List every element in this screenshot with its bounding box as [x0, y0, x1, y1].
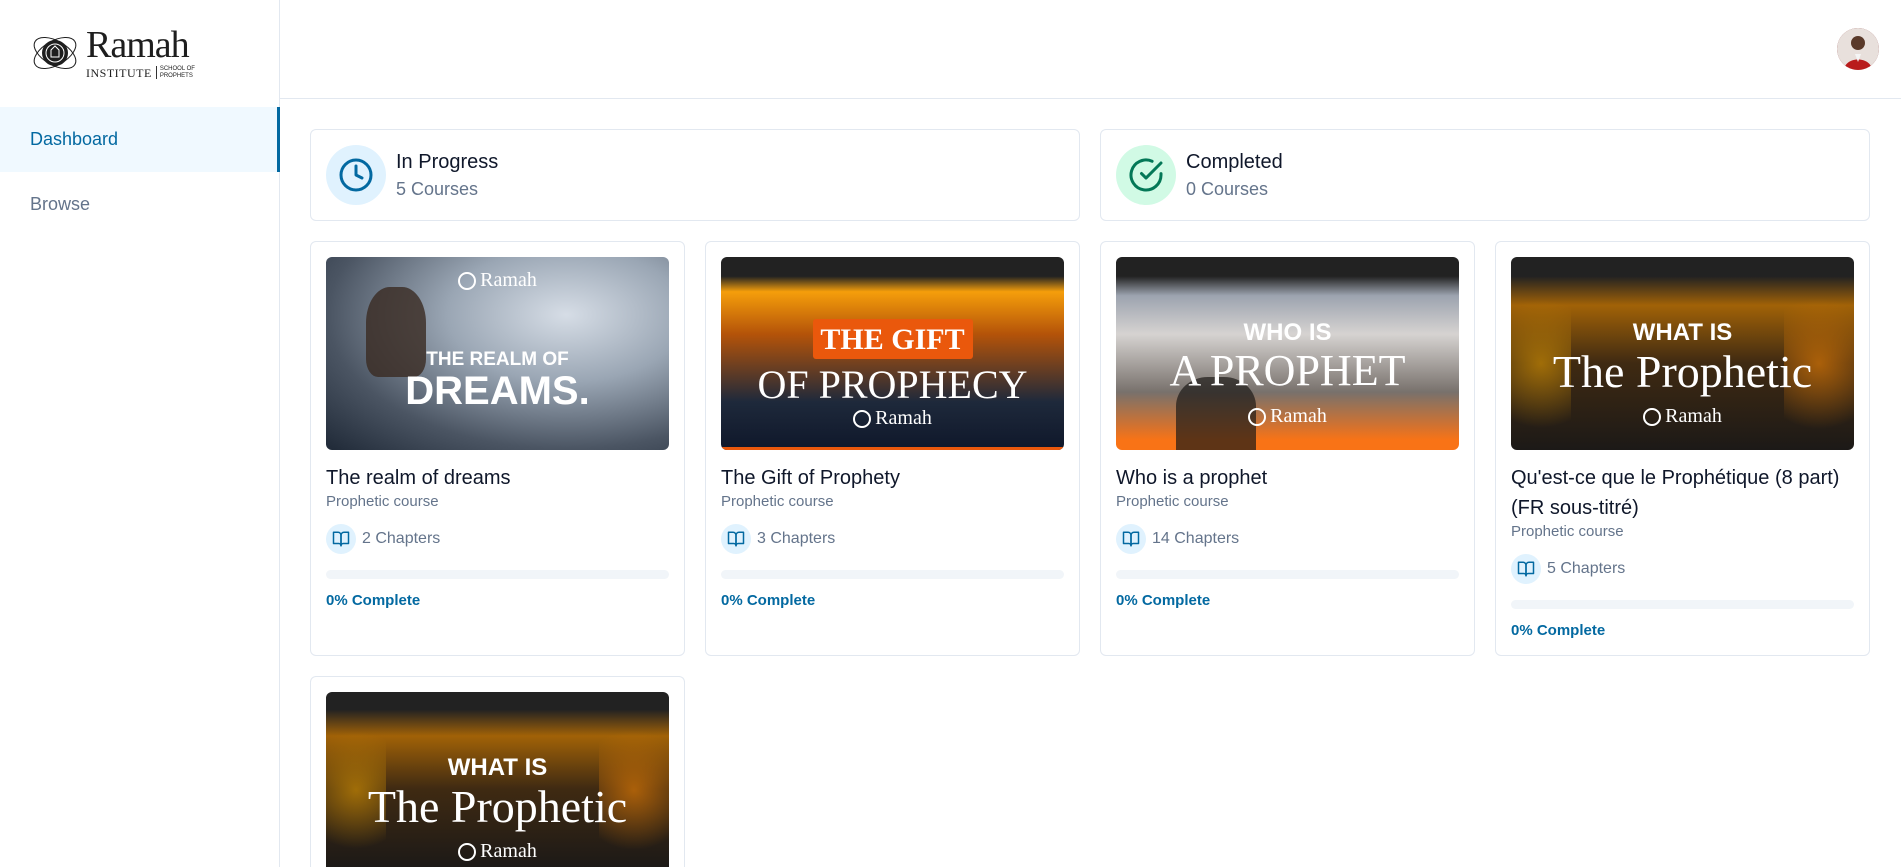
logo-institute: INSTITUTE: [86, 65, 152, 80]
book-open-icon: [721, 524, 751, 554]
course-title[interactable]: Who is a prophet: [1116, 463, 1459, 493]
progress-label: 0% Complete: [721, 592, 816, 609]
course-category: Prophetic course: [1511, 523, 1624, 540]
stat-card-in-progress: In Progress 5 Courses: [310, 129, 1080, 221]
stat-card-completed: Completed 0 Courses: [1100, 129, 1870, 221]
progress-label: 0% Complete: [326, 592, 421, 609]
thumb-brand: Ramah: [480, 840, 537, 862]
stat-title: In Progress: [396, 150, 499, 173]
logo-school: SCHOOL OF PROPHETS: [155, 66, 196, 80]
sidebar-item-browse[interactable]: Browse: [0, 172, 280, 237]
course-category: Prophetic course: [326, 493, 439, 510]
logo-title: Ramah: [86, 24, 190, 66]
thumb-line1: WHAT IS: [1632, 319, 1733, 346]
stat-count: 0 Courses: [1186, 178, 1269, 199]
progress-label: 0% Complete: [1116, 592, 1211, 609]
course-card[interactable]: WHO IS A PROPHET Ramah Who is a prophet …: [1100, 241, 1475, 656]
book-open-icon: [326, 524, 356, 554]
progress-label: 0% Complete: [1511, 622, 1606, 639]
book-open-icon: [1511, 554, 1541, 584]
course-category: Prophetic course: [721, 493, 834, 510]
sidebar-item-label: Browse: [30, 194, 91, 214]
stat-title: Completed: [1186, 150, 1283, 173]
sidebar: Ramah INSTITUTE SCHOOL OF PROPHETS Dashb…: [0, 0, 280, 867]
chapter-count: 3 Chapters: [757, 530, 836, 547]
thumb-brand: Ramah: [875, 407, 932, 429]
course-thumbnail: WHAT IS The Prophetic Ramah: [1511, 257, 1854, 450]
chapter-count: 14 Chapters: [1152, 530, 1240, 547]
progress-bar: [1511, 600, 1854, 609]
sidebar-item-dashboard[interactable]: Dashboard: [0, 107, 280, 172]
course-card[interactable]: WHAT IS The Prophetic Ramah Qu'est-ce qu…: [1495, 241, 1870, 656]
sidebar-item-label: Dashboard: [30, 129, 119, 149]
chapter-count: 2 Chapters: [362, 530, 441, 547]
top-header: [280, 0, 1901, 99]
course-card[interactable]: THE GIFT OF PROPHECY Ramah The Gift of P…: [705, 241, 1080, 656]
thumb-brand: Ramah: [480, 269, 537, 291]
chapter-count: 5 Chapters: [1547, 560, 1626, 577]
book-open-icon: [1116, 524, 1146, 554]
thumb-line1: THE REALM OF: [426, 349, 569, 370]
check-circle-icon: [1116, 145, 1176, 205]
progress-bar: [326, 570, 669, 579]
logo[interactable]: Ramah INSTITUTE SCHOOL OF PROPHETS: [30, 24, 196, 80]
thumb-line2: The Prophetic: [1552, 346, 1813, 397]
course-card[interactable]: WHAT IS The Prophetic Ramah: [310, 676, 685, 867]
course-title[interactable]: The Gift of Prophety: [721, 463, 1064, 493]
thumb-line2: A PROPHET: [1169, 346, 1406, 395]
progress-bar: [721, 570, 1064, 579]
thumb-line1: WHAT IS: [447, 754, 548, 781]
course-title[interactable]: The realm of dreams: [326, 463, 669, 493]
app-root: Ramah INSTITUTE SCHOOL OF PROPHETS Dashb…: [0, 0, 1901, 867]
thumb-line1: THE GIFT: [820, 323, 965, 356]
clock-icon: [326, 145, 386, 205]
sidebar-nav: Dashboard Browse: [0, 107, 280, 237]
thumb-brand: Ramah: [1270, 405, 1327, 427]
thumb-line1: WHO IS: [1243, 319, 1332, 346]
course-card[interactable]: Ramah THE REALM OF DREAMS. The realm of …: [310, 241, 685, 656]
stat-count: 5 Courses: [396, 178, 479, 199]
thumb-line2: DREAMS.: [405, 369, 590, 413]
progress-bar: [1116, 570, 1459, 579]
logo-emblem-icon: [30, 28, 80, 78]
course-thumbnail: WHO IS A PROPHET Ramah: [1116, 257, 1459, 450]
course-title[interactable]: Qu'est-ce que le Prophétique (8 part) (F…: [1511, 463, 1854, 523]
course-thumbnail: THE GIFT OF PROPHECY Ramah: [721, 257, 1064, 450]
course-thumbnail: WHAT IS The Prophetic Ramah: [326, 692, 669, 867]
thumb-line2: OF PROPHECY: [757, 362, 1028, 407]
thumb-line2: The Prophetic: [367, 781, 628, 832]
avatar[interactable]: [1837, 28, 1879, 70]
course-category: Prophetic course: [1116, 493, 1229, 510]
course-thumbnail: Ramah THE REALM OF DREAMS.: [326, 257, 669, 450]
thumb-brand: Ramah: [1665, 405, 1722, 427]
